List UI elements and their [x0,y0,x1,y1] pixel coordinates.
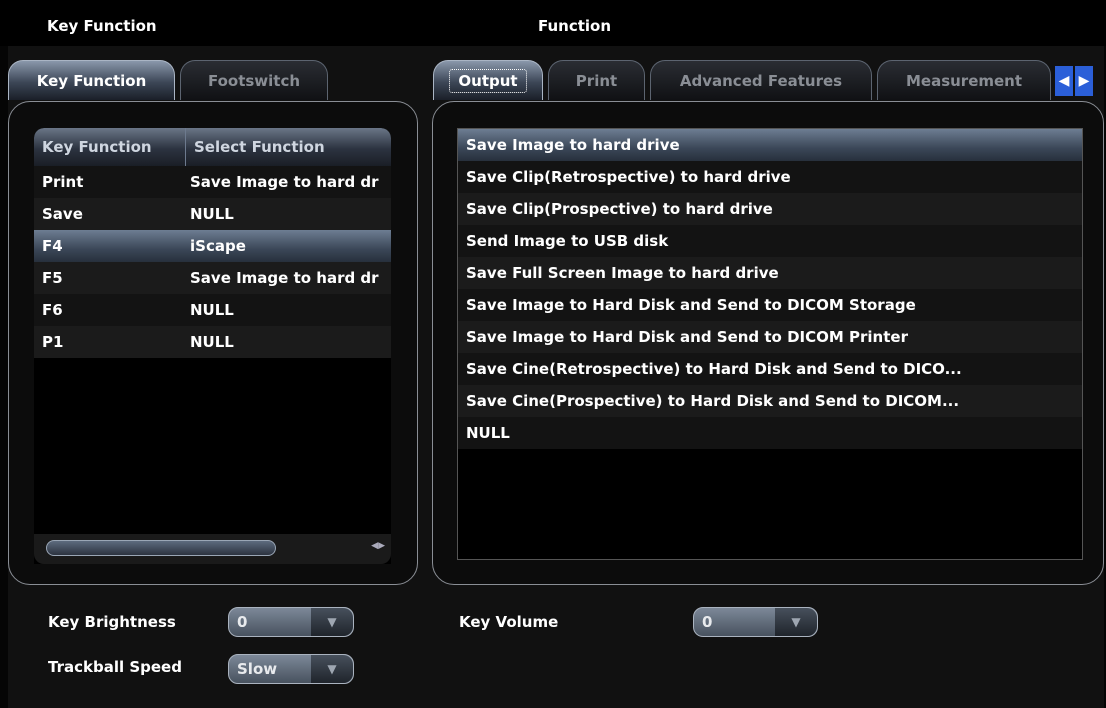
tab-print[interactable]: Print [548,60,645,100]
table-header: Key Function Select Function [34,128,391,166]
key-cell: P1 [42,333,64,351]
function-list-item[interactable]: Save Cine(Retrospective) to Hard Disk an… [458,353,1082,385]
key-brightness-label: Key Brightness [48,613,176,631]
key-function-table: Key Function Select Function Print Save … [34,128,391,564]
scrollbar-thumb[interactable] [46,540,276,556]
key-brightness-value: 0 [237,613,248,631]
key-volume-dropdown[interactable]: 0 ▼ [693,607,818,637]
column-header-select-function[interactable]: Select Function [186,128,325,166]
tab-advanced-features[interactable]: Advanced Features [650,60,872,100]
table-row[interactable]: Save NULL [34,198,391,230]
function-list-item[interactable]: Save Full Screen Image to hard drive [458,257,1082,289]
table-row[interactable]: Print Save Image to hard dr [34,166,391,198]
function-cell: NULL [190,205,234,223]
function-list-item[interactable]: Save Image to Hard Disk and Send to DICO… [458,321,1082,353]
tab-key-function[interactable]: Key Function [8,60,175,100]
function-list-item[interactable]: Save Cine(Prospective) to Hard Disk and … [458,385,1082,417]
top-bar: Key Function Function [0,0,1106,46]
table-row[interactable]: F6 NULL [34,294,391,326]
key-cell: F6 [42,301,63,319]
left-section-title: Key Function [47,17,157,35]
trackball-speed-value: Slow [237,660,278,678]
table-row[interactable]: P1 NULL [34,326,391,358]
scroll-arrows-icon[interactable]: ◀▶ [371,541,385,551]
tab-output[interactable]: Output [433,60,543,100]
horizontal-scrollbar[interactable]: ◀▶ [34,534,391,564]
function-list-item[interactable]: Send Image to USB disk [458,225,1082,257]
trackball-speed-dropdown[interactable]: Slow ▼ [228,654,354,684]
function-list-item[interactable]: Save Clip(Prospective) to hard drive [458,193,1082,225]
function-cell: NULL [190,333,234,351]
chevron-down-icon: ▼ [311,608,353,636]
function-list-item-selected[interactable]: Save Image to hard drive [458,129,1082,161]
key-volume-label: Key Volume [459,613,559,631]
function-cell: NULL [190,301,234,319]
key-cell: Print [42,173,84,191]
right-section-title: Function [538,17,612,35]
key-brightness-dropdown[interactable]: 0 ▼ [228,607,354,637]
table-row[interactable]: F5 Save Image to hard dr [34,262,391,294]
tab-scroll-right-button[interactable]: ▶ [1075,66,1093,96]
function-list-item[interactable]: NULL [458,417,1082,449]
function-cell: iScape [190,237,246,255]
key-cell: Save [42,205,83,223]
chevron-down-icon: ▼ [311,655,353,683]
tab-scroll-left-button[interactable]: ◀ [1055,66,1073,96]
key-cell: F4 [42,237,63,255]
function-list: Save Image to hard drive Save Clip(Retro… [457,128,1083,560]
trackball-speed-label: Trackball Speed [48,658,182,676]
function-cell: Save Image to hard dr [190,173,379,191]
function-list-item[interactable]: Save Clip(Retrospective) to hard drive [458,161,1082,193]
key-volume-value: 0 [702,613,713,631]
column-header-key-function[interactable]: Key Function [34,128,186,166]
table-row-selected[interactable]: F4 iScape [34,230,391,262]
key-function-settings-screen: Key Function Function Key Function Foots… [0,0,1106,708]
tab-footswitch[interactable]: Footswitch [180,60,328,100]
tab-measurement[interactable]: Measurement [877,60,1051,100]
function-cell: Save Image to hard dr [190,269,379,287]
key-cell: F5 [42,269,63,287]
chevron-down-icon: ▼ [775,608,817,636]
function-list-item[interactable]: Save Image to Hard Disk and Send to DICO… [458,289,1082,321]
